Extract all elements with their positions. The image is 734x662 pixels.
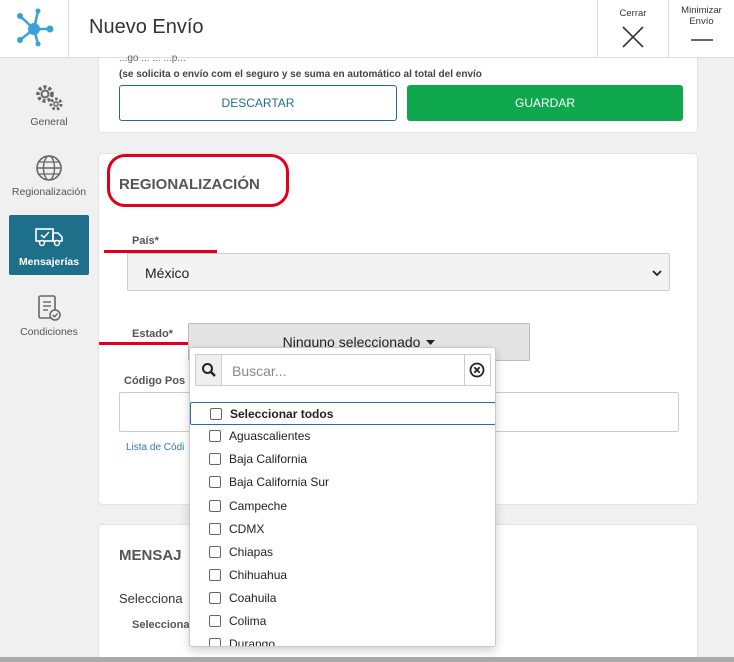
checkbox[interactable] xyxy=(209,476,221,488)
close-label: Cerrar xyxy=(619,8,647,19)
option-label: Chihuahua xyxy=(229,568,288,582)
sidebar-item-label: General xyxy=(30,116,68,128)
checkbox[interactable] xyxy=(209,638,221,646)
sidebar-item-label: Mensajerías xyxy=(18,256,80,268)
sidebar-item-condiciones[interactable]: Condiciones xyxy=(9,290,89,350)
network-logo-icon xyxy=(17,8,54,47)
option-label: Colima xyxy=(229,614,267,628)
list-item[interactable]: Durango xyxy=(190,633,495,647)
top-card: ...go ... ... ...p... (se solicita o env… xyxy=(98,53,698,133)
clear-icon xyxy=(469,362,485,378)
option-label: Chiapas xyxy=(229,545,274,559)
option-select-all[interactable]: Seleccionar todos xyxy=(190,402,495,425)
list-item[interactable]: Chiapas xyxy=(190,541,495,564)
list-item[interactable]: CDMX xyxy=(190,518,495,541)
option-label: CDMX xyxy=(229,522,265,536)
estado-dropdown-menu: Buscar... Seleccionar todos Aguascalient… xyxy=(189,347,496,647)
sidebar-item-general[interactable]: General xyxy=(9,78,89,138)
estado-label: Estado* xyxy=(132,328,173,340)
truck-icon xyxy=(35,228,63,247)
checkbox[interactable] xyxy=(209,430,221,442)
document-check-icon xyxy=(38,295,61,321)
checkbox[interactable] xyxy=(209,569,221,581)
option-label: Aguascalientes xyxy=(229,429,311,443)
minimize-icon xyxy=(690,39,713,41)
codigo-postal-label: Código Pos xyxy=(124,375,186,387)
close-button[interactable]: Cerrar xyxy=(597,0,668,58)
option-label: Seleccionar todos xyxy=(230,407,334,421)
codigos-list-link[interactable]: Lista de Códi xyxy=(126,442,184,453)
pais-select[interactable]: México xyxy=(127,253,670,291)
pais-label: País* xyxy=(132,235,159,247)
horizontal-scrollbar[interactable] xyxy=(0,657,734,662)
sidebar-item-label: Condiciones xyxy=(20,326,78,338)
save-button[interactable]: GUARDAR xyxy=(407,85,683,121)
list-item[interactable]: Campeche xyxy=(190,495,495,518)
list-item[interactable]: Aguascalientes xyxy=(190,425,495,448)
list-item[interactable]: Baja California xyxy=(190,448,495,471)
mensajeria-sub-label: Selecciona xyxy=(132,619,190,631)
checkbox[interactable] xyxy=(209,592,221,604)
checkbox[interactable] xyxy=(209,523,221,535)
chevron-down-icon xyxy=(652,270,662,277)
search-addon xyxy=(196,355,222,385)
checkbox[interactable] xyxy=(209,453,221,465)
checkbox[interactable] xyxy=(209,615,221,627)
clear-search-button[interactable] xyxy=(464,355,490,385)
underline-annotation xyxy=(99,342,189,345)
minimize-label: Minimizar Envío xyxy=(681,5,722,27)
search-icon xyxy=(202,363,216,377)
option-label: Campeche xyxy=(229,499,288,513)
minimize-button[interactable]: Minimizar Envío xyxy=(668,0,734,58)
sidebar-item-regionalizacion[interactable]: Regionalización xyxy=(9,148,89,208)
list-item[interactable]: Baja California Sur xyxy=(190,471,495,494)
option-label: Baja California xyxy=(229,452,308,466)
option-label: Baja California Sur xyxy=(229,475,330,489)
checkbox[interactable] xyxy=(209,500,221,512)
faded-text: (se solicita o envío com el seguro y se … xyxy=(119,69,482,79)
option-label: Coahuila xyxy=(229,591,277,605)
section-title: MENSAJ xyxy=(119,547,182,564)
list-item[interactable]: Chihuahua xyxy=(190,564,495,587)
section-title: REGIONALIZACIÓN xyxy=(119,176,260,193)
close-icon xyxy=(622,26,644,48)
mensajeria-select-label: Selecciona xyxy=(119,591,183,606)
app-header: Nuevo Envío Cerrar Minimizar Envío xyxy=(0,0,734,58)
option-label: Durango xyxy=(229,637,276,647)
checkbox[interactable] xyxy=(209,546,221,558)
globe-icon xyxy=(36,155,62,181)
pais-select-value: México xyxy=(145,265,190,281)
search-input[interactable]: Buscar... xyxy=(232,363,286,379)
checkbox[interactable] xyxy=(210,408,222,420)
app-logo[interactable] xyxy=(0,0,69,58)
list-item[interactable]: Colima xyxy=(190,610,495,633)
sidebar-item-label: Regionalización xyxy=(11,186,87,198)
sidebar-item-mensajerias[interactable]: Mensajerías xyxy=(9,215,89,275)
gears-icon xyxy=(36,85,63,111)
discard-button[interactable]: DESCARTAR xyxy=(119,85,397,121)
page-title: Nuevo Envío xyxy=(89,16,204,38)
list-item[interactable]: Coahuila xyxy=(190,587,495,610)
caret-down-icon xyxy=(426,340,436,346)
dropdown-search: Buscar... xyxy=(195,354,491,386)
sidebar: General Regionalización Mensajerías Cond… xyxy=(0,58,98,662)
faded-text: ...go ... ... ...p... xyxy=(119,53,186,63)
